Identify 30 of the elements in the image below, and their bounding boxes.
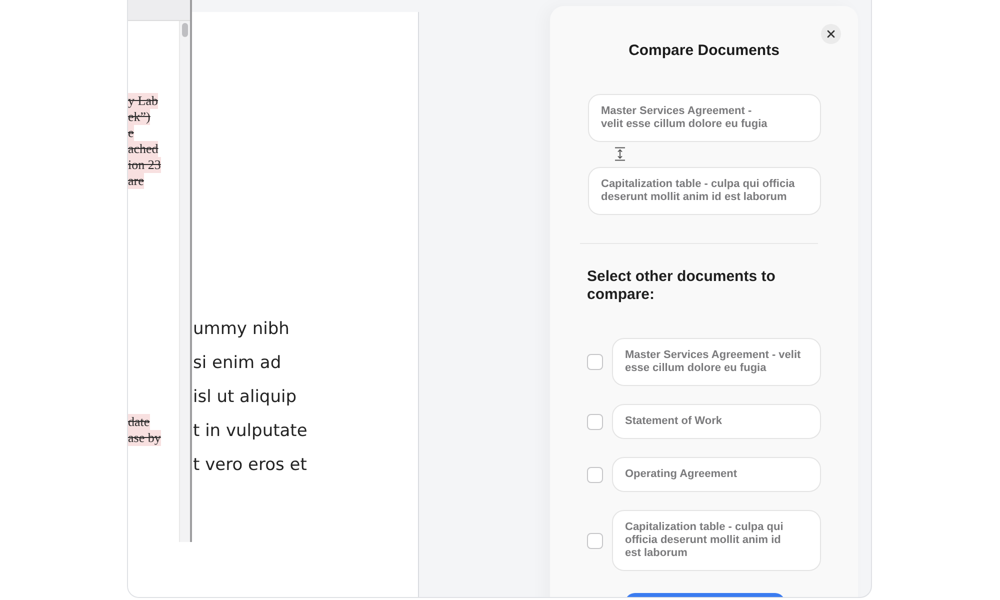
document-text: ummy nibh: [193, 318, 290, 341]
deleted-text: y Lab: [128, 93, 158, 109]
document-text: t vero eros et: [193, 454, 307, 477]
checkbox[interactable]: [587, 466, 603, 482]
up-down-arrow-icon[interactable]: [614, 147, 626, 161]
deleted-text: are: [128, 173, 144, 189]
document-option[interactable]: Master Services Agreement - velit esse cillum dolore eu fugia: [612, 338, 821, 386]
checkbox[interactable]: [587, 414, 603, 430]
checkbox[interactable]: [587, 354, 603, 370]
document-option[interactable]: Statement of Work: [612, 404, 821, 439]
document-card: Capitalization table - culpa qui officia deserunt mollit anim id est laborum: [588, 167, 821, 215]
deleted-text: ase by: [128, 430, 161, 446]
document-option[interactable]: Capitalization table - culpa qui officia deserunt mollit anim id est laborum: [612, 510, 821, 571]
dialog-title: Compare Documents: [628, 42, 780, 60]
deleted-text: e: [128, 125, 134, 141]
deleted-text: ached: [128, 141, 158, 157]
section-heading: Select other documents to compare:: [587, 268, 776, 304]
close-button[interactable]: [821, 24, 841, 44]
document-text: isl ut aliquip: [193, 386, 296, 409]
deleted-text: ek”): [128, 109, 150, 125]
scrollbar[interactable]: [179, 21, 190, 542]
document-text: t in vulputate: [193, 420, 308, 443]
scrollbar-thumb[interactable]: [182, 23, 188, 37]
document-card: Master Services Agreement - velit esse cillum dolore eu fugia: [588, 94, 821, 142]
document-option[interactable]: Operating Agreement: [612, 457, 821, 492]
document-text: si enim ad: [193, 352, 282, 375]
checkbox[interactable]: [587, 532, 603, 548]
close-icon[interactable]: [827, 30, 835, 38]
deleted-text: date: [128, 414, 150, 430]
deleted-text: ion 23: [128, 157, 161, 173]
